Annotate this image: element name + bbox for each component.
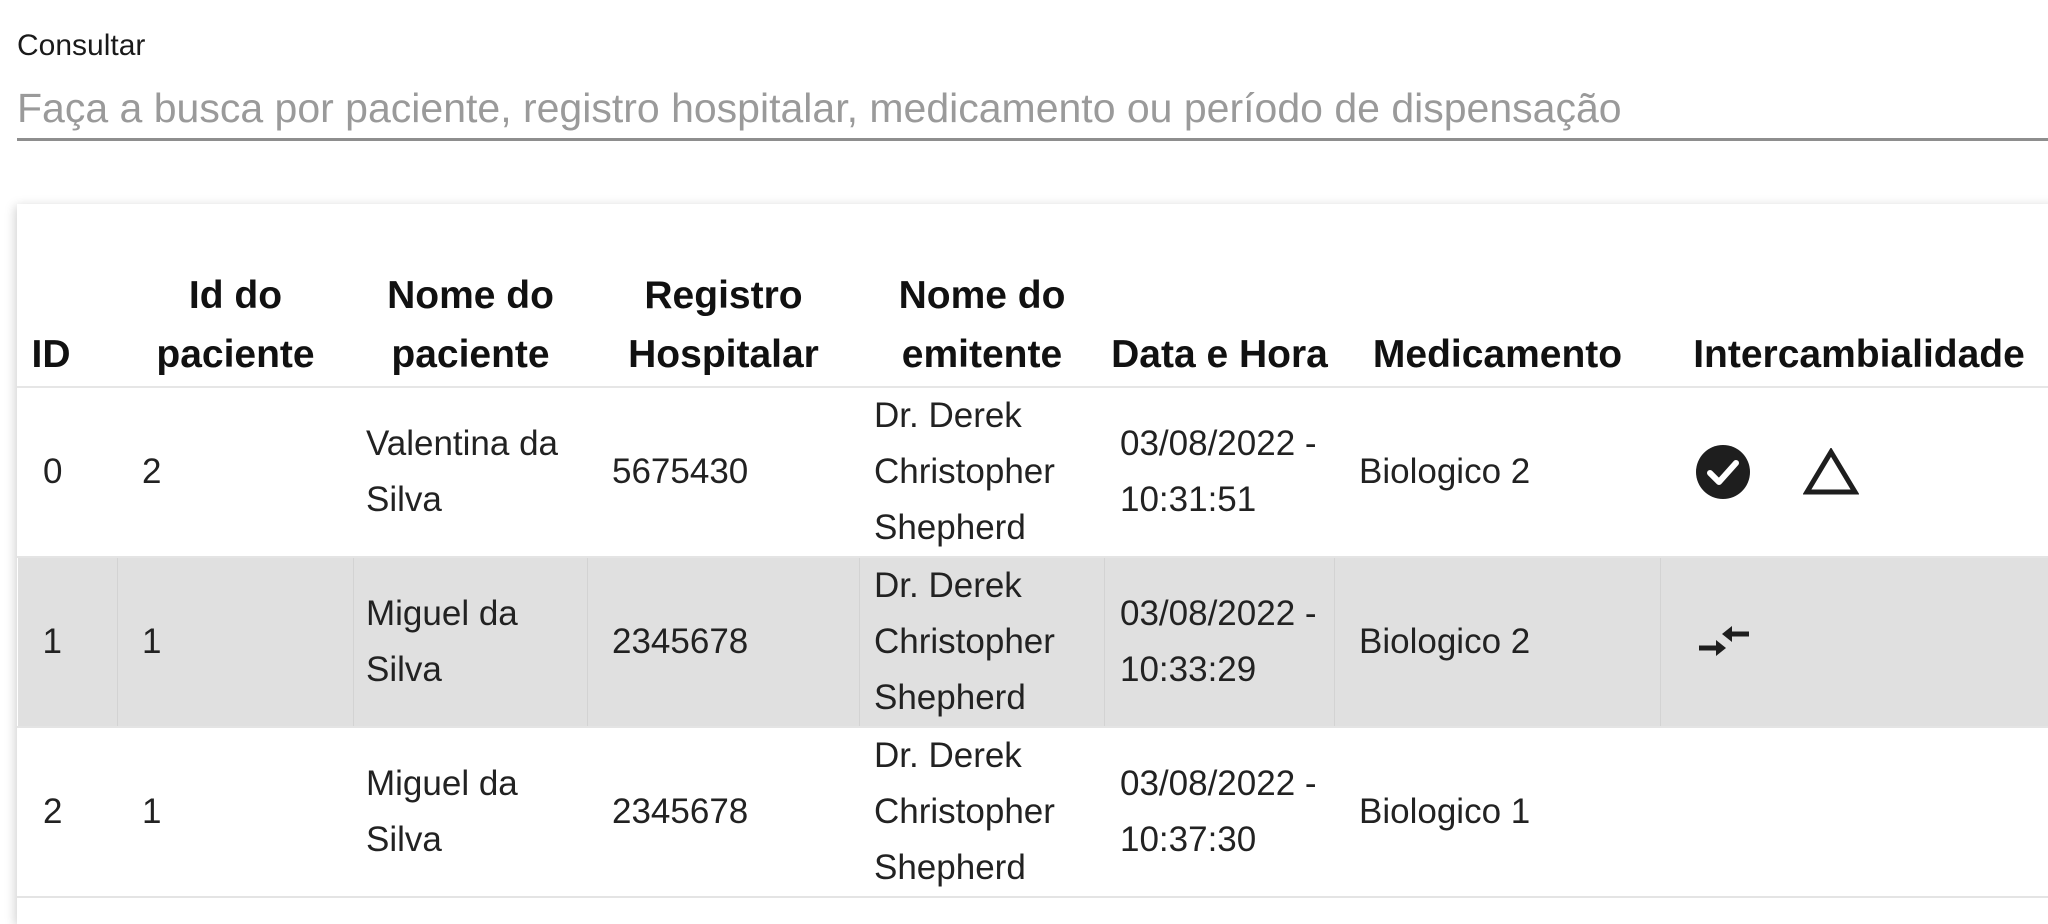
cell-datetime: 03/08/2022 - 10:31:51 [1105,387,1335,557]
datetime-text: 03/08/2022 - 10:33:29 [1120,586,1334,698]
dispensation-table: ID Id do paciente Nome do paciente Regis… [17,204,2048,898]
issuer-name-text: Dr. Derek Christopher Shepherd [874,388,1104,556]
cell-patient-id: 2 [118,387,354,557]
interchangeability-icons [1689,620,2048,664]
cell-medication: Biologico 2 [1335,387,1661,557]
cell-hospital-record: 2345678 [588,727,860,897]
table-header-row: ID Id do paciente Nome do paciente Regis… [18,204,2048,387]
patient-name-text: Valentina da Silva [366,416,587,528]
table-row[interactable]: 1 1 Miguel da Silva 2345678 Dr. Derek Ch… [18,557,2048,727]
header-datetime[interactable]: Data e Hora [1105,204,1335,387]
cell-id: 0 [18,387,118,557]
cell-datetime: 03/08/2022 - 10:33:29 [1105,557,1335,727]
interchangeability-icons [1689,444,2048,500]
cell-interchangeability [1661,727,2048,897]
header-hospital-record[interactable]: Registro Hospitalar [588,204,860,387]
cell-patient-id: 1 [118,557,354,727]
cell-patient-name: Miguel da Silva [354,557,588,727]
table-row[interactable]: 0 2 Valentina da Silva 5675430 Dr. Derek… [18,387,2048,557]
search-label: Consultar [17,28,145,64]
header-id[interactable]: ID [18,204,118,387]
cell-id: 1 [18,557,118,727]
check-circle-icon[interactable] [1695,444,1751,500]
cell-patient-name: Miguel da Silva [354,727,588,897]
search-input[interactable] [17,78,2048,141]
header-patient-id[interactable]: Id do paciente [118,204,354,387]
cell-issuer-name: Dr. Derek Christopher Shepherd [860,727,1105,897]
cell-datetime: 03/08/2022 - 10:37:30 [1105,727,1335,897]
header-issuer-name[interactable]: Nome do emitente [860,204,1105,387]
issuer-name-text: Dr. Derek Christopher Shepherd [874,558,1104,726]
header-interchangeability[interactable]: Intercambialidade [1661,204,2048,387]
cell-hospital-record: 2345678 [588,557,860,727]
header-patient-name[interactable]: Nome do paciente [354,204,588,387]
cell-interchangeability [1661,387,2048,557]
datetime-text: 03/08/2022 - 10:31:51 [1120,416,1334,528]
cell-medication: Biologico 2 [1335,557,1661,727]
cell-patient-id: 1 [118,727,354,897]
header-medication[interactable]: Medicamento [1335,204,1661,387]
cell-patient-name: Valentina da Silva [354,387,588,557]
cell-interchangeability [1661,557,2048,727]
datetime-text: 03/08/2022 - 10:37:30 [1120,756,1334,868]
cell-medication: Biologico 1 [1335,727,1661,897]
cell-id: 2 [18,727,118,897]
warning-triangle-icon[interactable] [1803,448,1859,496]
issuer-name-text: Dr. Derek Christopher Shepherd [874,728,1104,896]
cell-issuer-name: Dr. Derek Christopher Shepherd [860,557,1105,727]
swap-arrows-icon[interactable] [1695,620,1753,664]
cell-issuer-name: Dr. Derek Christopher Shepherd [860,387,1105,557]
patient-name-text: Miguel da Silva [366,586,587,698]
table-row[interactable]: 2 1 Miguel da Silva 2345678 Dr. Derek Ch… [18,727,2048,897]
cell-hospital-record: 5675430 [588,387,860,557]
dispensation-table-card: ID Id do paciente Nome do paciente Regis… [17,204,2048,924]
patient-name-text: Miguel da Silva [366,756,587,868]
